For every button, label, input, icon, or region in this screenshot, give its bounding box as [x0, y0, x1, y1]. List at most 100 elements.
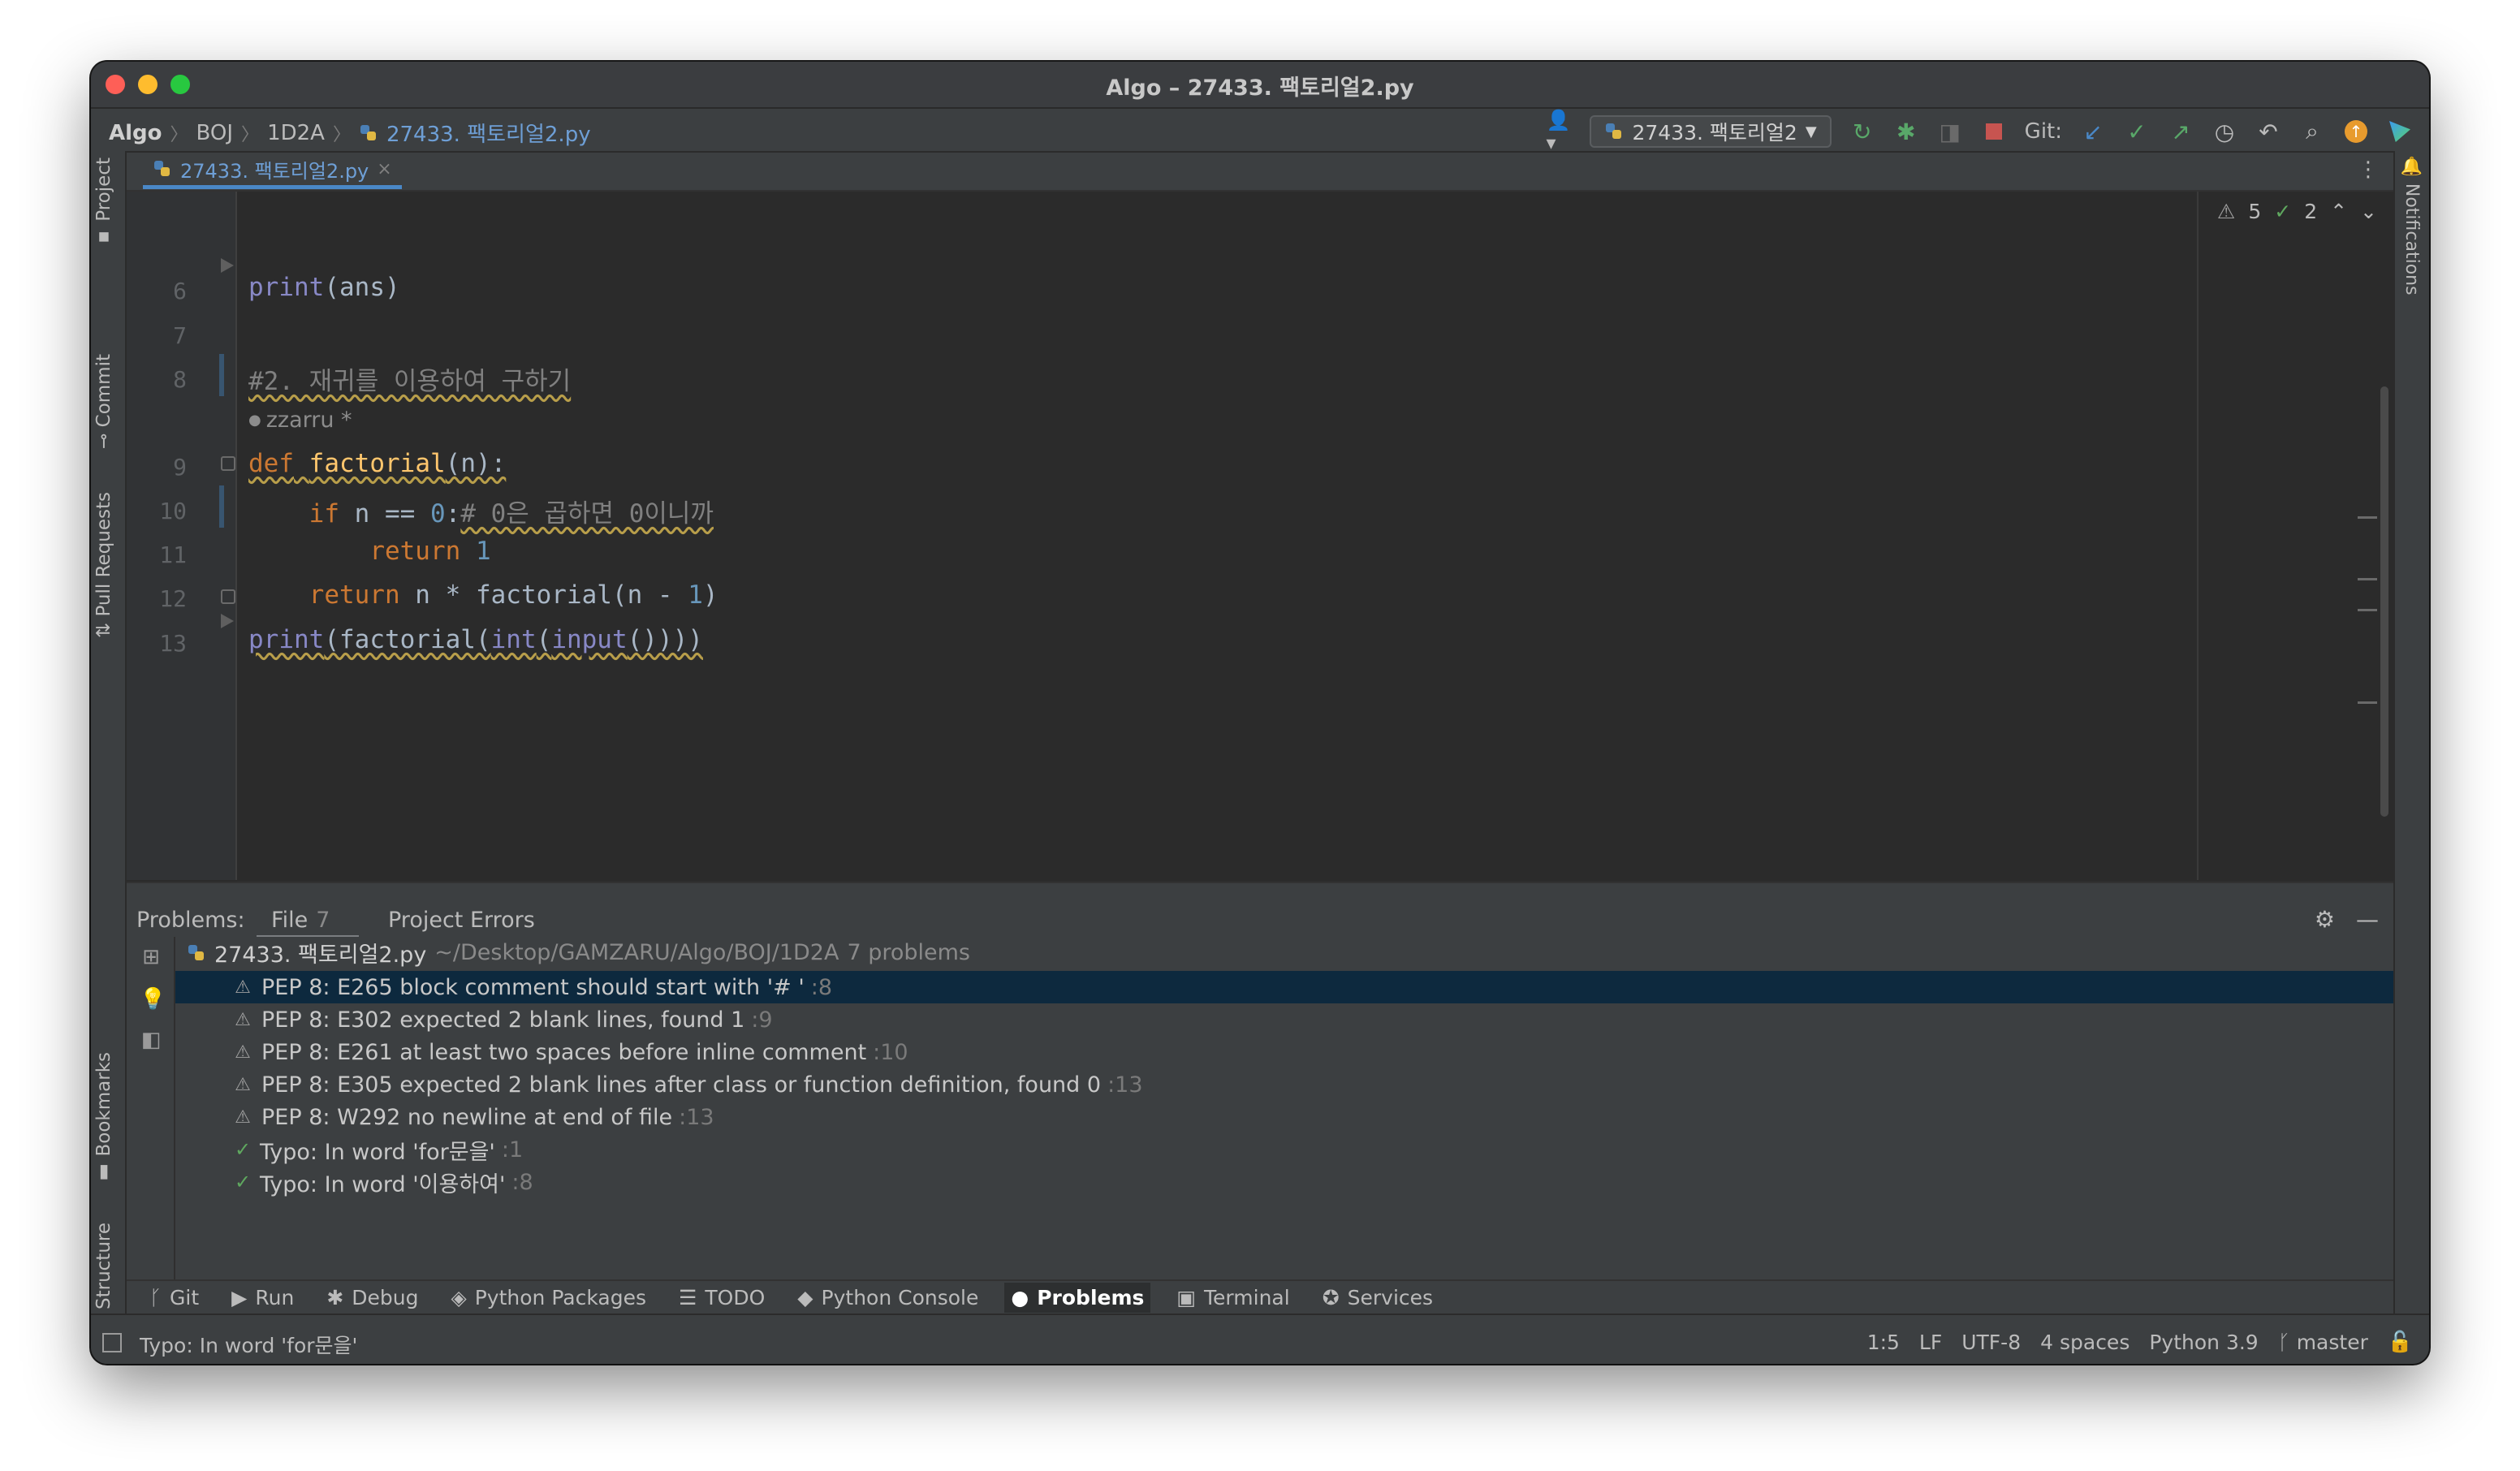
problems-file-node[interactable]: 27433. 팩토리얼2.py ~/Desktop/GAMZARU/Algo/B… — [187, 937, 970, 968]
right-tool-strip: 🔔 Notifications — [2393, 151, 2429, 1344]
problem-row[interactable]: ⚠ PEP 8: E265 block comment should start… — [175, 971, 2393, 1003]
left-tool-strip: ▪ Project ⊸ Commit ⇅ Pull Requests ▮ Boo… — [91, 151, 127, 1344]
python-interpreter[interactable]: Python 3.9 — [2149, 1331, 2258, 1354]
warning-icon: ⚠ — [2216, 200, 2236, 223]
editor-scrollbar[interactable] — [2380, 386, 2388, 817]
chevron-right-icon: 〉 — [170, 124, 188, 145]
editor-tab-active[interactable]: 27433. 팩토리얼2.py × — [143, 153, 402, 189]
lock-icon[interactable]: 🔓 — [2388, 1330, 2413, 1354]
fold-toggle-icon[interactable] — [221, 589, 235, 604]
run-configuration-label: 27433. 팩토리얼2 — [1632, 121, 1797, 145]
chevron-down-icon[interactable]: ⌄ — [2360, 200, 2377, 223]
chevron-right-icon: 〉 — [332, 124, 351, 145]
indent-setting[interactable]: 4 spaces — [2040, 1331, 2129, 1354]
problems-title: Problems: — [136, 908, 245, 933]
file-encoding[interactable]: UTF-8 — [1961, 1331, 2021, 1354]
title-bar: Algo – 27433. 팩토리얼2.py — [91, 62, 2429, 109]
git-branch-icon: ᚴ — [149, 1285, 162, 1309]
git-commit-icon[interactable]: ✓ — [2124, 119, 2150, 145]
code-editor[interactable]: 6 7 8 9 10 11 12 13 print(ans) #2. 재귀를 이… — [127, 192, 2393, 880]
tool-window-bar: ᚴ Git ▶ Run ✱ Debug ◈ Python Packages ☰ TODO … — [127, 1279, 2393, 1314]
tab-project-errors[interactable]: Project Errors — [388, 908, 535, 933]
status-bar: Typo: In word 'for문을' 1:5 LF UTF-8 4 spa… — [91, 1314, 2429, 1364]
problem-row[interactable]: ⚠ PEP 8: E302 expected 2 blank lines, fo… — [175, 1003, 2393, 1036]
run-gutter-icon[interactable] — [221, 614, 234, 628]
fold-toggle-icon[interactable] — [221, 456, 235, 471]
gear-icon[interactable]: ⚙ — [2315, 906, 2335, 933]
breadcrumb-folder-1d2a[interactable]: 1D2A — [267, 121, 325, 145]
search-icon[interactable]: ⌕ — [2299, 118, 2325, 145]
close-icon[interactable]: × — [377, 159, 391, 179]
change-marker[interactable] — [219, 485, 224, 528]
more-options-icon[interactable]: ⋮ — [2358, 157, 2379, 182]
toolwindow-git[interactable]: ᚴ Git — [143, 1283, 205, 1313]
coverage-icon[interactable]: ◨ — [1937, 119, 1963, 145]
git-branch-icon: ᚴ — [2277, 1330, 2290, 1354]
change-marker[interactable] — [219, 354, 224, 396]
python-file-icon — [1604, 122, 1624, 141]
user-account-icon[interactable]: 👤▾ — [1546, 109, 1572, 154]
code-line-10: if n == 0:# 0은 곱하면 0이니까 — [309, 499, 714, 528]
toolwindow-debug[interactable]: ✱ Debug — [320, 1283, 425, 1313]
preview-icon[interactable]: ◧ — [140, 1028, 162, 1052]
minimize-icon[interactable]: — — [2356, 906, 2379, 933]
services-icon: ✪ — [1322, 1285, 1340, 1309]
bookmarks-tool-tab[interactable]: ▮ Bookmarks — [93, 1052, 114, 1184]
problem-row[interactable]: ✓ Typo: In word 'for문을':1 — [175, 1133, 2393, 1166]
error-stripe-mark[interactable] — [2358, 701, 2377, 704]
breadcrumb-folder-boj[interactable]: BOJ — [196, 121, 234, 145]
list-icon: ☰ — [678, 1285, 697, 1309]
toolwindow-python-console[interactable]: ◆ Python Console — [791, 1283, 985, 1313]
error-stripe-mark[interactable] — [2358, 578, 2377, 580]
git-push-icon[interactable]: ↗ — [2168, 119, 2194, 145]
git-branch-widget[interactable]: ᚴ master — [2278, 1331, 2368, 1354]
problem-row[interactable]: ⚠ PEP 8: E261 at least two spaces before… — [175, 1036, 2393, 1068]
code-line-6: print(ans) — [248, 273, 400, 302]
stop-icon[interactable] — [1981, 119, 2007, 145]
warning-count: 5 — [2248, 200, 2262, 223]
debug-icon[interactable]: ✱ — [1893, 119, 1919, 145]
right-margin-guide — [2197, 192, 2199, 880]
line-separator[interactable]: LF — [1919, 1331, 1942, 1354]
ide-update-icon[interactable]: ↑ — [2343, 119, 2369, 145]
rerun-icon[interactable]: ↻ — [1849, 119, 1875, 145]
problem-row[interactable]: ✓ Typo: In word '이용하여':8 — [175, 1166, 2393, 1198]
toolwindow-terminal[interactable]: ▣ Terminal — [1170, 1283, 1296, 1313]
python-file-icon — [187, 943, 206, 963]
typo-count: 2 — [2304, 200, 2318, 223]
inspection-widget[interactable]: ⚠ 5 ✓ 2 ⌃ ⌄ — [2217, 200, 2377, 223]
history-icon[interactable]: ◷ — [2211, 119, 2237, 145]
problem-row[interactable]: ⚠ PEP 8: E305 expected 2 blank lines aft… — [175, 1068, 2393, 1101]
caret-position[interactable]: 1:5 — [1867, 1331, 1900, 1354]
toolwindow-services[interactable]: ✪ Services — [1316, 1283, 1439, 1313]
toolwindow-run[interactable]: ▶ Run — [225, 1283, 300, 1313]
typo-icon: ✓ — [234, 1171, 252, 1193]
tool-windows-toggle-icon[interactable] — [102, 1333, 122, 1352]
toolwindow-python-packages[interactable]: ◈ Python Packages — [444, 1283, 653, 1313]
error-stripe-mark[interactable] — [2358, 516, 2377, 519]
user-icon: ● — [248, 412, 261, 429]
breadcrumb-file[interactable]: 27433. 팩토리얼2.py — [386, 118, 591, 148]
pull-requests-tool-tab[interactable]: ⇅ Pull Requests — [93, 492, 114, 638]
code-with-me-icon[interactable] — [2387, 119, 2413, 145]
author-inlay-hint[interactable]: ● zzarru * — [248, 408, 352, 433]
group-by-icon[interactable]: ⊞ — [140, 945, 162, 969]
git-update-icon[interactable]: ↙ — [2080, 119, 2106, 145]
breadcrumb-project[interactable]: Algo — [109, 121, 162, 145]
toolwindow-todo[interactable]: ☰ TODO — [672, 1283, 771, 1313]
commit-tool-tab[interactable]: ⊸ Commit — [93, 354, 114, 449]
problem-row[interactable]: ⚠ PEP 8: W292 no newline at end of file:… — [175, 1101, 2393, 1133]
error-stripe-mark[interactable] — [2358, 609, 2377, 611]
chevron-up-icon[interactable]: ⌃ — [2330, 200, 2347, 223]
run-configuration-select[interactable]: 27433. 팩토리얼2 ▼ — [1590, 115, 1832, 148]
notifications-tool-tab[interactable]: 🔔 Notifications — [2401, 156, 2422, 295]
line-number: 10 — [159, 498, 187, 524]
run-gutter-icon[interactable] — [221, 258, 234, 273]
project-tool-tab[interactable]: ▪ Project — [93, 157, 114, 248]
line-number: 7 — [173, 322, 187, 349]
rollback-icon[interactable]: ↶ — [2255, 119, 2281, 145]
tab-problems-file[interactable]: File 7 — [271, 908, 330, 933]
editor-gutter: 6 7 8 9 10 11 12 13 — [127, 192, 237, 880]
toolwindow-problems[interactable]: ● Problems — [1004, 1282, 1151, 1313]
lightbulb-icon[interactable]: 💡 — [140, 987, 166, 1012]
